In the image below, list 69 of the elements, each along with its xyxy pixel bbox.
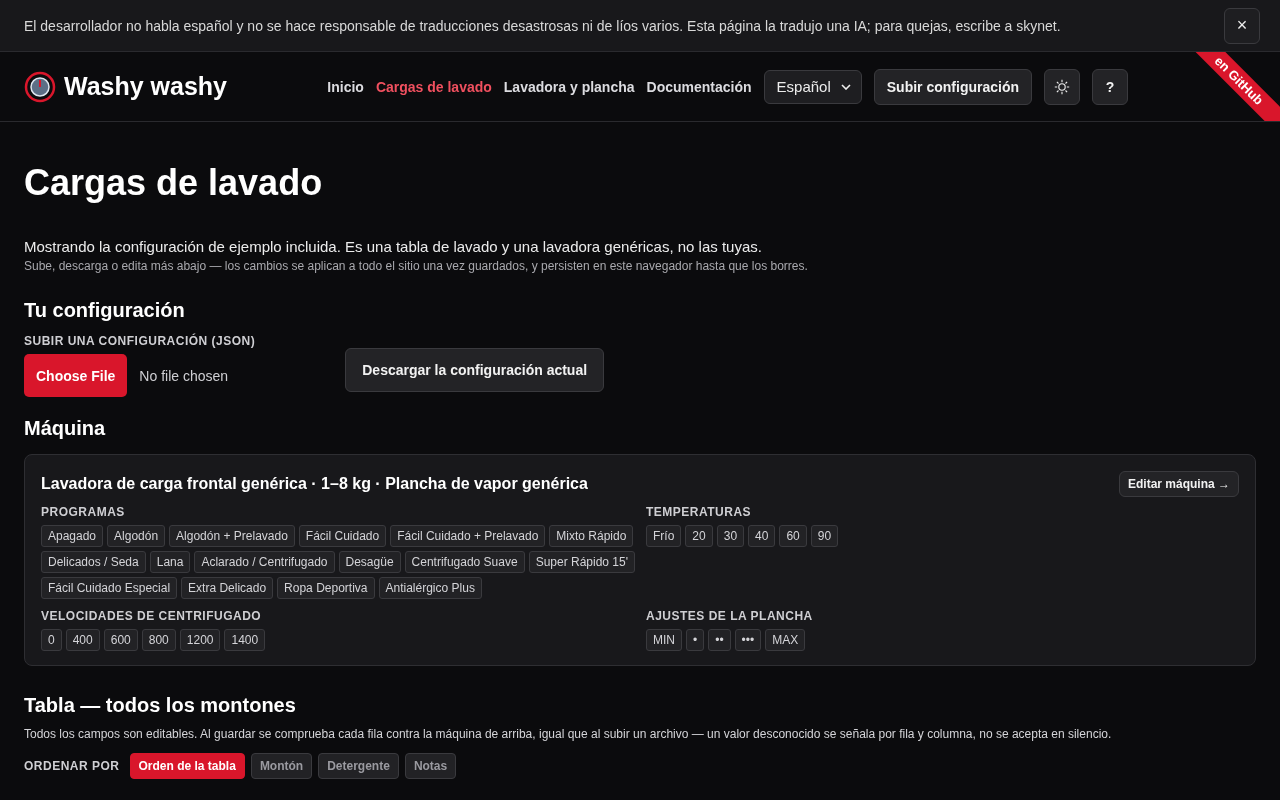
tag: MIN: [646, 629, 682, 651]
tag: 600: [103, 629, 138, 651]
sort-tab[interactable]: Notas: [404, 753, 457, 779]
tag: Desagüe: [338, 551, 401, 573]
logo-icon: [24, 70, 56, 103]
group-label: TEMPERATURAS: [646, 505, 753, 519]
tag: Fácil Cuidado: [298, 525, 387, 547]
page-title: Cargas de lavado: [24, 162, 324, 204]
group-label: VELOCIDADES DE CENTRIFUGADO: [41, 609, 263, 623]
download-button[interactable]: Descargar la configuración actual: [345, 347, 605, 392]
language-select[interactable]: Español: [763, 69, 862, 104]
tag: Mixto Rápido: [549, 525, 634, 547]
file-status: No file chosen: [139, 367, 229, 384]
theme-toggle-button[interactable]: [1044, 68, 1080, 105]
tag: 60: [779, 525, 807, 547]
sort-tab[interactable]: Orden de la tabla: [129, 753, 245, 779]
tag: MAX: [765, 629, 806, 651]
sort-tab[interactable]: Detergente: [318, 753, 399, 779]
nav-link[interactable]: Documentación: [646, 78, 752, 95]
tag: ••: [708, 629, 731, 651]
tag: Algodón: [107, 525, 166, 547]
nav-link[interactable]: Cargas de lavado: [375, 78, 492, 95]
tag: 0: [41, 629, 62, 651]
sun-icon: [1054, 78, 1070, 95]
tag: 1400: [224, 629, 266, 651]
tag: Super Rápido 15': [528, 551, 635, 573]
notice-text: El desarrollador no habla español y no se hace responsable de traducciones desastrosas ni de líos varios. Esta página la tradujo una IA; para quejas, escribe a skynet.: [24, 17, 1061, 34]
tag: Lana: [149, 551, 191, 573]
sort-tab[interactable]: Montón: [250, 753, 313, 779]
tag: Fácil Cuidado + Prelavado: [390, 525, 546, 547]
close-button[interactable]: ×: [1224, 7, 1260, 44]
tag: 90: [810, 525, 839, 547]
tag: 20: [685, 525, 713, 547]
tag: 400: [65, 629, 100, 651]
intro-text: Mostrando la configuración de ejemplo incluida. Es una tabla de lavado y una lavadora genéricas, no las tuyas.: [24, 238, 763, 255]
tag: 40: [748, 525, 776, 547]
group-label: PROGRAMAS: [41, 505, 126, 519]
chevron-icon: [840, 83, 851, 90]
tag: Extra Delicado: [181, 577, 274, 599]
tag: Frío: [646, 525, 682, 547]
tag: Algodón + Prelavado: [169, 525, 295, 547]
edit-machine-button[interactable]: Editar máquina →: [1118, 471, 1239, 497]
tag: Aclarado / Centrifugado: [194, 551, 335, 573]
card-title: Lavadora de carga frontal genérica · 1–8 kg · Plancha de vapor genérica: [41, 475, 588, 493]
sort-label: ORDENAR POR: [24, 759, 120, 773]
tag: Ropa Deportiva: [277, 577, 375, 599]
tag: •••: [734, 629, 762, 651]
field-label: SUBIR UNA CONFIGURACIÓN (JSON): [24, 334, 256, 348]
upload-config-button[interactable]: Subir configuración: [873, 68, 1032, 105]
tag: Antialérgico Plus: [378, 577, 482, 599]
description-text: Todos los campos son editables. Al guardar se comprueba cada fila contra la máquina de arriba, igual que al subir un archivo — un valor desconocido se señala por fila y columna, no se acepta en silencio.: [24, 727, 1113, 741]
choose-file-button[interactable]: Choose File: [24, 354, 128, 397]
section-title: Tu configuración: [24, 299, 186, 322]
tag: Fácil Cuidado Especial: [41, 577, 178, 599]
help-button[interactable]: ?: [1092, 68, 1128, 105]
tag: 800: [141, 629, 176, 651]
tag: •: [686, 629, 705, 651]
nav-link[interactable]: Lavadora y plancha: [503, 78, 635, 95]
section-title: Tabla — todos los montones: [24, 694, 297, 717]
tag: Centrifugado Suave: [404, 551, 525, 573]
tag: Apagado: [41, 525, 104, 547]
tag: 30: [716, 525, 745, 547]
tag: Delicados / Seda: [41, 551, 146, 573]
nav-link[interactable]: Inicio: [327, 78, 364, 95]
hint-text: Sube, descarga o edita más abajo — los cambios se aplican a todo el sitio una vez guardados, y persisten en este navegador hasta que los borres.: [24, 259, 809, 273]
tag: 1200: [179, 629, 221, 651]
section-title: Máquina: [24, 417, 107, 440]
brand-name: Washy washy: [64, 72, 228, 101]
group-label: AJUSTES DE LA PLANCHA: [646, 609, 814, 623]
